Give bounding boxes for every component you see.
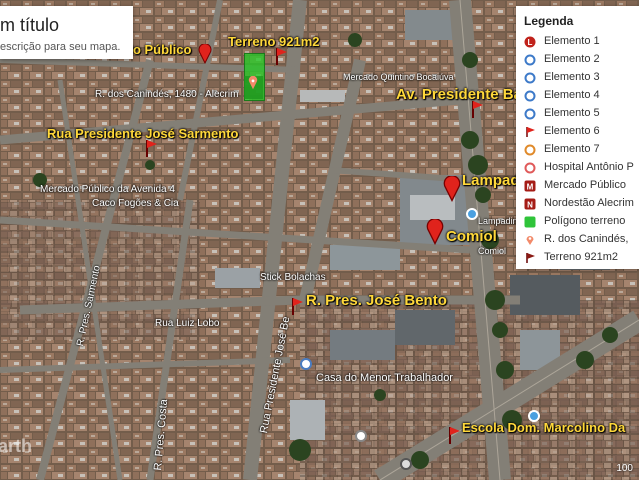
legend-item-label: Mercado Público xyxy=(544,179,626,191)
svg-text:M: M xyxy=(527,183,534,192)
label-comiol: Comiol xyxy=(446,228,497,245)
red-flag-icon xyxy=(526,253,535,263)
label-casa-menor: Casa do Menor Trabalhador xyxy=(316,372,453,384)
legend-item[interactable]: R. dos Canindés, xyxy=(524,231,639,249)
poi-circle-icon[interactable] xyxy=(355,430,367,442)
legend-item[interactable]: Hospital Antônio P xyxy=(524,159,639,177)
blue-circle-icon xyxy=(524,54,536,66)
label-mercado-shop: Mercado Quintino Bocaiúva xyxy=(343,72,454,82)
legend-item-label: Elemento 4 xyxy=(544,89,600,101)
red-dot-pin-icon xyxy=(526,236,534,245)
legend-item[interactable]: Elemento 6 xyxy=(524,123,639,141)
poi-circle-icon[interactable] xyxy=(400,458,412,470)
legend-item[interactable]: Elemento 7 xyxy=(524,141,639,159)
label-caco: Caco Fogões & Cia xyxy=(92,198,179,209)
blue-circle-icon xyxy=(524,108,536,120)
map-pin-lampadinha[interactable] xyxy=(443,176,461,202)
map-pin-jose-bento[interactable] xyxy=(290,296,304,316)
poi-circle-icon[interactable] xyxy=(300,358,312,370)
legend-item[interactable]: Elemento 5 xyxy=(524,105,639,123)
legend-item[interactable]: Polígono terreno xyxy=(524,213,639,231)
legend-item[interactable]: N Nordestão Alecrim xyxy=(524,195,639,213)
legend-item-label: Elemento 6 xyxy=(544,125,600,137)
flag-marker-terreno[interactable] xyxy=(274,46,288,66)
label-luiz-lobo: Rua Luiz Lobo xyxy=(155,318,220,329)
map-pin-escola[interactable] xyxy=(447,425,461,445)
svg-text:N: N xyxy=(527,201,533,210)
map-description: escrição para seu mapa. xyxy=(0,41,121,53)
blue-circle-icon xyxy=(524,72,536,84)
label-bandeira: Av. Presidente Ba xyxy=(396,86,522,103)
label-publico: do Público xyxy=(125,42,192,57)
legend-item-label: R. dos Canindés, xyxy=(544,233,629,245)
red-pin-icon xyxy=(526,127,535,137)
map-title: m título xyxy=(0,15,60,35)
red-L-pin-icon: L xyxy=(524,36,536,48)
legend-item-label: Polígono terreno xyxy=(544,215,626,227)
label-terreno: Terreno 921m2 xyxy=(228,34,320,49)
label-escola: Escola Dom. Marcolino Da xyxy=(462,420,626,435)
legend-item[interactable]: L Elemento 1 xyxy=(524,33,639,51)
label-lampadinha-small: Lampadin xyxy=(478,216,518,226)
legend-item-label: Terreno 921m2 xyxy=(544,251,618,263)
map-pin-publico[interactable] xyxy=(198,44,212,64)
legend-item-label: Elemento 5 xyxy=(544,107,600,119)
legend-item-label: Nordestão Alecrim xyxy=(544,197,634,209)
legend-title: Legenda xyxy=(524,14,574,28)
legend-item[interactable]: Elemento 4 xyxy=(524,87,639,105)
red-M-square-icon: M xyxy=(524,180,536,192)
label-canindes: R. dos Canindés, 1480 - Alecrim xyxy=(95,89,239,100)
legend-item-label: Elemento 7 xyxy=(544,143,600,155)
map-title-card[interactable]: m título escrição para seu mapa. xyxy=(0,6,133,59)
map-pin-sarmento[interactable] xyxy=(144,138,158,158)
map-pin-comiol[interactable] xyxy=(426,219,444,245)
legend-item[interactable]: Elemento 3 xyxy=(524,69,639,87)
map-scale: 100 xyxy=(616,463,633,474)
legend-item[interactable]: Terreno 921m2 xyxy=(524,249,639,267)
legend-item-label: Hospital Antônio P xyxy=(544,161,634,173)
red-N-square-icon: N xyxy=(524,198,536,210)
svg-text:L: L xyxy=(528,38,533,47)
legend-item[interactable]: Elemento 2 xyxy=(524,51,639,69)
legend-item[interactable]: M Mercado Público xyxy=(524,177,639,195)
legend-item-label: Elemento 2 xyxy=(544,53,600,65)
google-earth-watermark: arth xyxy=(0,436,33,456)
orange-circle-icon xyxy=(524,144,536,156)
green-square-icon xyxy=(524,216,536,228)
label-sarmento: Rua Presidente José Sarmento xyxy=(47,126,239,141)
label-stick: Stick Bolachas xyxy=(260,272,326,283)
legend-panel[interactable]: Legenda L Elemento 1 Elemento 2 Elemento… xyxy=(516,6,639,269)
map-view[interactable]: Terreno 921m2 do Público Rua Presidente … xyxy=(0,0,639,480)
blue-circle-icon xyxy=(524,90,536,102)
red-circle-icon xyxy=(524,162,536,174)
map-pin-canindes[interactable] xyxy=(248,76,258,90)
legend-item-label: Elemento 1 xyxy=(544,35,600,47)
label-jose-bento: R. Pres. José Bento xyxy=(306,292,447,309)
label-mercado-avenida: Mercado Público da Avenida 4 xyxy=(40,184,175,195)
label-comiol-small: Comiol xyxy=(478,246,507,256)
legend-item-label: Elemento 3 xyxy=(544,71,600,83)
poi-circle-icon[interactable] xyxy=(466,208,478,220)
